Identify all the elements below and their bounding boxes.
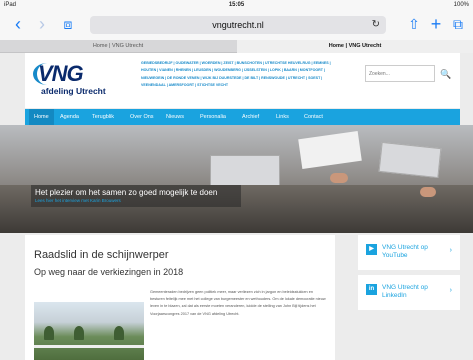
hero-hand-2: [420, 187, 436, 197]
article-image[interactable]: [34, 302, 144, 360]
article-card: Raadslid in de schijnwerper Op weg naar …: [25, 235, 335, 360]
browser-toolbar: ‹ › ⧈ vngutrecht.nl ↻ ⇧ + ⧉: [0, 10, 473, 40]
web-page: VNG afdeling Utrecht Gebiedsbedrijf | Ou…: [0, 53, 473, 360]
nav-archief[interactable]: Archief: [237, 109, 264, 125]
hero-laptop-2: [378, 141, 442, 179]
tabs-icon[interactable]: ⧉: [448, 14, 468, 34]
nav-agenda[interactable]: Agenda: [55, 109, 84, 125]
article-title[interactable]: Raadslid in de schijnwerper: [34, 249, 169, 261]
tree-shape: [74, 326, 84, 340]
linkedin-icon: in: [366, 284, 377, 295]
tree-shape: [114, 326, 124, 340]
tab-2[interactable]: Home | VNG Utrecht: [237, 40, 473, 53]
book-icon[interactable]: ⧈: [58, 14, 78, 34]
chevron-right-icon: ›: [449, 287, 452, 294]
main-nav: Home Agenda Terugblik Over Ons Nieuws Pe…: [25, 109, 460, 125]
search-box: 🔍: [365, 65, 461, 82]
linkedin-link-card[interactable]: in VNG Utrecht op LinkedIn ›: [358, 275, 460, 310]
hero-banner[interactable]: Het plezier om het samen zo goed mogelij…: [0, 125, 473, 233]
tree-shape: [44, 326, 54, 340]
hero-laptop: [210, 155, 280, 189]
battery-level: 100%: [453, 2, 469, 8]
share-icon[interactable]: ⇧: [404, 14, 424, 34]
nav-over-ons[interactable]: Over Ons: [125, 109, 159, 125]
search-icon[interactable]: 🔍: [437, 67, 455, 81]
youtube-icon: ▶: [366, 244, 377, 255]
youtube-label: VNG Utrecht op YouTube: [382, 244, 428, 259]
nav-terugblik[interactable]: Terugblik: [87, 109, 119, 125]
clock: 15:05: [228, 2, 245, 8]
hero-link[interactable]: Lees hier het interview met Karin Brouwe…: [35, 198, 121, 203]
hero-hand: [330, 173, 348, 183]
site-header: VNG afdeling Utrecht Gebiedsbedrijf | Ou…: [25, 53, 460, 108]
nav-nieuws[interactable]: Nieuws: [161, 109, 189, 125]
linkedin-label: VNG Utrecht op LinkedIn: [382, 284, 428, 299]
reload-icon[interactable]: ↻: [372, 16, 380, 34]
logo-subtitle: afdeling Utrecht: [41, 86, 106, 96]
hero-title: Het plezier om het samen zo goed mogelij…: [35, 188, 218, 197]
tab-bar: Home | VNG Utrecht ⊗ Home | VNG Utrecht: [0, 40, 473, 53]
url-text: vngutrecht.nl: [212, 20, 264, 30]
chevron-right-icon[interactable]: ›: [32, 14, 52, 34]
nav-home[interactable]: Home: [29, 109, 54, 125]
nav-personalia[interactable]: Personalia: [195, 109, 231, 125]
hero-caption: Het plezier om het samen zo goed mogelij…: [31, 185, 241, 207]
nav-contact[interactable]: Contact: [299, 109, 328, 125]
chevron-left-icon[interactable]: ‹: [8, 14, 28, 34]
plus-icon[interactable]: +: [426, 14, 446, 34]
search-input[interactable]: [365, 65, 435, 82]
address-bar[interactable]: vngutrecht.nl ↻: [90, 16, 386, 34]
site-logo[interactable]: VNG: [38, 61, 84, 87]
fence-shape: [34, 345, 144, 348]
article-subtitle[interactable]: Op weg naar de verkiezingen in 2018: [34, 267, 183, 277]
tab-1[interactable]: Home | VNG Utrecht: [0, 40, 236, 53]
youtube-link-card[interactable]: ▶ VNG Utrecht op YouTube ›: [358, 235, 460, 270]
municipality-links[interactable]: Gebiedsbedrijf | Oudewater | Woerden | Z…: [141, 60, 341, 90]
chevron-right-icon: ›: [449, 247, 452, 254]
hero-paper: [298, 130, 362, 170]
status-bar: iPad 15:05 100%: [0, 0, 473, 10]
article-body: Gemeenteraden bedrijven geen politiek me…: [150, 290, 326, 316]
nav-links[interactable]: Links: [271, 109, 294, 125]
